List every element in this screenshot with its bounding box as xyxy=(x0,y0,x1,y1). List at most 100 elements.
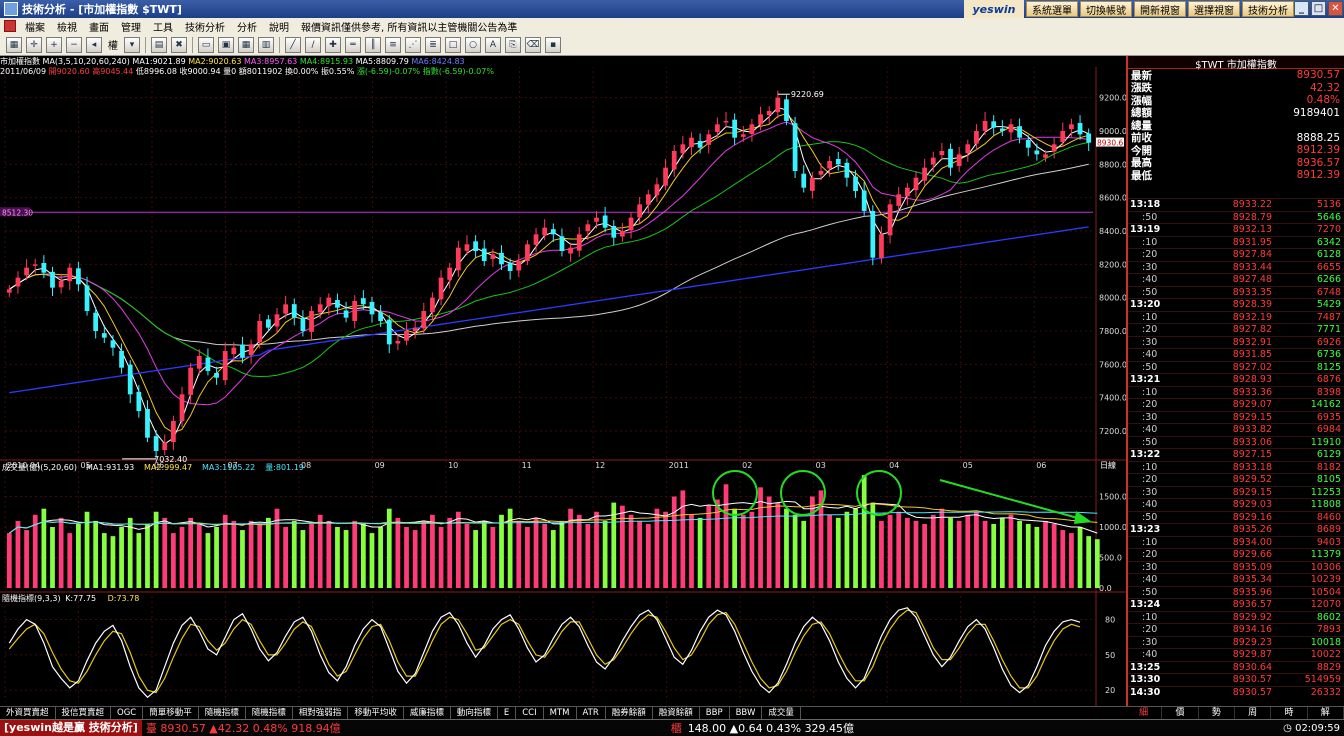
tick-volume: 8689 xyxy=(1316,524,1341,536)
text-tool-icon[interactable]: A xyxy=(485,36,501,53)
indicator-tab[interactable]: 相對強弱指 xyxy=(293,707,349,719)
indicator-tab[interactable]: 隨機指標 xyxy=(246,707,293,719)
menu-screen[interactable]: 畫面 xyxy=(89,19,109,34)
indicator-tab[interactable]: 投信買賣超 xyxy=(56,707,112,719)
volume-bar xyxy=(1086,536,1092,588)
fan-tool-icon[interactable]: ⋰ xyxy=(405,36,421,53)
tick-time: :20 xyxy=(1142,249,1158,261)
tick-time: :20 xyxy=(1142,474,1158,486)
close-icon[interactable]: ✕ xyxy=(1328,1,1343,16)
dropdown-icon[interactable]: ▾ xyxy=(124,36,140,53)
crosshair-icon[interactable]: ✛ xyxy=(26,36,42,53)
eraser-icon[interactable]: ⌫ xyxy=(525,36,541,53)
indicator-tab[interactable]: 威廉指標 xyxy=(404,707,451,719)
candle-body xyxy=(611,226,617,238)
quote-value: 8912.39 xyxy=(1296,144,1340,157)
draw-line-icon[interactable]: ╱ xyxy=(285,36,301,53)
indicator-tab[interactable]: MTM xyxy=(544,707,577,719)
tick-price: 8935.26 xyxy=(1232,524,1272,536)
tick-time: :10 xyxy=(1142,236,1158,248)
quote-tab[interactable]: 解 xyxy=(1308,707,1344,719)
indicator-tab[interactable]: 融資餘額 xyxy=(653,707,700,719)
new-window-button[interactable]: 開新視窗 xyxy=(1134,1,1186,17)
zoom-out-icon[interactable]: − xyxy=(66,36,82,53)
tick-row: :30 8929.23 10018 xyxy=(1128,635,1344,649)
arrow-left-icon[interactable]: ◂ xyxy=(86,36,102,53)
grid-icon[interactable]: ▦ xyxy=(238,36,254,53)
indicator-tab[interactable]: 移動平均收 xyxy=(348,707,404,719)
vline-tool-icon[interactable]: ║ xyxy=(365,36,381,53)
weight-label[interactable]: 權 xyxy=(108,37,118,52)
tick-row: :50 8935.96 10504 xyxy=(1128,585,1344,599)
technical-analysis-button[interactable]: 技術分析 xyxy=(1242,1,1294,17)
tick-row: :20 8929.07 14162 xyxy=(1128,398,1344,411)
candle-body xyxy=(179,394,185,421)
info-item: MA5:8809.79 xyxy=(355,57,412,66)
tick-price: 8929.07 xyxy=(1232,399,1272,411)
quote-tab[interactable]: 勢 xyxy=(1199,707,1235,719)
tick-price: 8927.15 xyxy=(1232,449,1272,461)
tick-price: 8932.91 xyxy=(1232,336,1272,348)
status-bar: [yeswin越是贏 技術分析] 臺 8930.57 ▲42.32 0.48% … xyxy=(0,719,1344,736)
tick-volume: 8105 xyxy=(1316,474,1341,486)
minimize-icon[interactable]: _ xyxy=(1294,1,1309,16)
technical-chart[interactable]: 8512.30 9200.0 9000.0 8800.0 8600.0 8400.0 82… xyxy=(0,56,1126,706)
line-tool-icon[interactable]: ∕ xyxy=(305,36,321,53)
system-menu-button[interactable]: 系統選單 xyxy=(1026,1,1078,17)
candle-body xyxy=(473,241,478,251)
layout-icon[interactable]: ▦ xyxy=(6,36,22,53)
menu-view[interactable]: 檢視 xyxy=(57,19,77,34)
rect-tool-icon[interactable]: □ xyxy=(445,36,461,53)
period-icon[interactable]: ▭ xyxy=(198,36,214,53)
menu-tools[interactable]: 工具 xyxy=(153,19,173,34)
save-icon[interactable]: ▪ xyxy=(545,36,561,53)
indicator-tab[interactable]: CCI xyxy=(516,707,544,719)
indicator-tab[interactable]: ATR xyxy=(577,707,606,719)
panel-icon[interactable]: ▥ xyxy=(258,36,274,53)
quote-tab[interactable]: 價 xyxy=(1162,707,1199,719)
chart-save-icon[interactable]: ▤ xyxy=(151,36,167,53)
indicator-tab[interactable]: 動向指標 xyxy=(451,707,498,719)
tick-row: :50 8927.02 8125 xyxy=(1128,360,1344,374)
maximize-icon[interactable]: □ xyxy=(1311,1,1326,16)
indicator-tab[interactable]: BBW xyxy=(730,707,763,719)
info-item: 低8996.08 xyxy=(135,67,180,76)
candle-body xyxy=(369,302,375,315)
cancel-icon[interactable]: ✖ xyxy=(171,36,187,53)
ellipse-tool-icon[interactable]: ○ xyxy=(465,36,481,53)
cross-tool-icon[interactable]: ✚ xyxy=(325,36,341,53)
menu-manage[interactable]: 管理 xyxy=(121,19,141,34)
quote-tab[interactable]: 時 xyxy=(1271,707,1308,719)
volume-bar xyxy=(369,533,375,588)
tick-list[interactable]: 13:18 8933.22 5136:50 8928.79 5646 13:19 8932.… xyxy=(1128,198,1344,698)
menu-analysis[interactable]: 分析 xyxy=(237,19,257,34)
menu-technical[interactable]: 技術分析 xyxy=(185,19,225,34)
zoom-in-icon[interactable]: + xyxy=(46,36,62,53)
candle-body xyxy=(309,311,314,332)
indicator-tab[interactable]: OGC xyxy=(111,707,144,719)
tick-row: 13:19 8932.13 7270 xyxy=(1128,223,1344,236)
menu-file[interactable]: 檔案 xyxy=(25,19,45,34)
indicator-tab[interactable]: BBP xyxy=(700,707,730,719)
quote-tab[interactable]: 周 xyxy=(1235,707,1272,719)
tick-row: 13:20 8928.39 5429 xyxy=(1128,298,1344,311)
quote-tab[interactable]: 細 xyxy=(1126,707,1163,719)
switch-account-button[interactable]: 切換帳號 xyxy=(1080,1,1132,17)
select-window-button[interactable]: 選擇視窗 xyxy=(1188,1,1240,17)
fib-tool-icon[interactable]: ≣ xyxy=(425,36,441,53)
indicator-tab[interactable]: 簡單移動平 xyxy=(143,707,199,719)
hline-tool-icon[interactable]: ═ xyxy=(345,36,361,53)
copy-icon[interactable]: ⎘ xyxy=(505,36,521,53)
indicator-tab[interactable]: E xyxy=(498,707,517,719)
menu-help[interactable]: 說明 xyxy=(269,19,289,34)
indicator-tab[interactable]: 隨機指標 xyxy=(199,707,246,719)
indicator-tab[interactable]: 成交量 xyxy=(762,707,801,719)
indicator-tab[interactable]: 融券餘額 xyxy=(606,707,653,719)
candle-body xyxy=(119,350,124,368)
volume-bar xyxy=(421,520,427,588)
indicator-tab[interactable]: 外資買賣超 xyxy=(0,707,56,719)
volume-bar xyxy=(740,514,746,588)
window-icon[interactable]: ▣ xyxy=(218,36,234,53)
channel-tool-icon[interactable]: ≡ xyxy=(385,36,401,53)
volume-bar xyxy=(326,520,332,588)
